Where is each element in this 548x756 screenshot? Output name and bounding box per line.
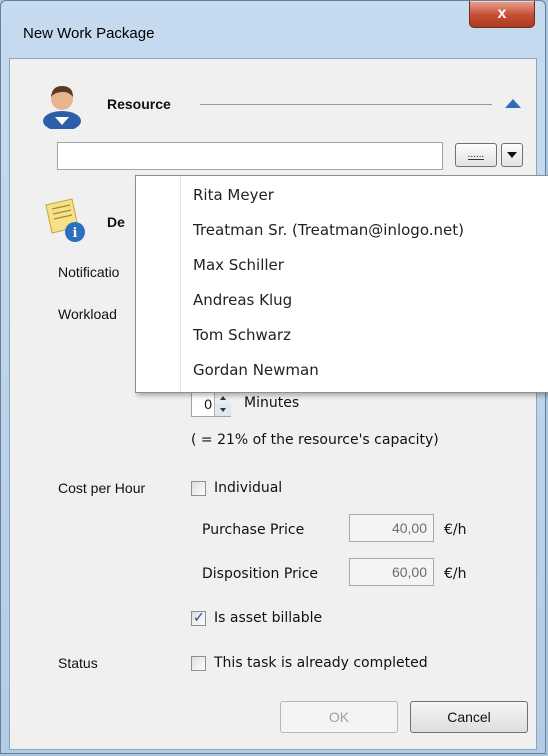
title-bar[interactable]: New Work Package x [1,1,545,61]
list-item[interactable]: Treatman Sr. (Treatman@inlogo.net) [193,215,464,245]
purchase-unit-label: €/h [444,522,467,538]
workload-label: Workload [58,306,117,322]
chevron-down-icon [507,151,517,158]
individual-checkbox[interactable] [191,481,206,496]
ok-button[interactable]: OK [280,701,398,733]
dropdown-gutter [136,176,181,392]
billable-label: Is asset billable [214,610,323,626]
list-item[interactable]: Gordan Newman [193,355,319,385]
browse-resource-button[interactable]: ...... [455,143,497,167]
list-item[interactable]: Tom Schwarz [193,320,291,350]
status-label: Status [58,655,98,671]
list-item[interactable]: Max Schiller [193,250,284,280]
purchase-price-label: Purchase Price [202,522,305,538]
list-item[interactable]: Andreas Klug [193,285,292,315]
individual-label: Individual [214,480,283,496]
minutes-spin-buttons[interactable] [214,392,231,416]
checkmark-icon: ✓ [193,609,205,625]
minutes-label: Minutes [244,395,300,411]
window-title: New Work Package [23,25,155,42]
cancel-button[interactable]: Cancel [410,701,528,733]
capacity-text: ( = 21% of the resource's capacity) [191,432,439,448]
details-section-title: De [107,214,125,230]
completed-checkbox[interactable] [191,656,206,671]
resource-divider [200,104,492,105]
resource-dropdown-button[interactable] [501,143,523,167]
resource-section-title: Resource [107,96,171,112]
resource-dropdown-list[interactable]: Rita Meyer Treatman Sr. (Treatman@inlogo… [135,175,548,393]
list-item[interactable]: Rita Meyer [193,180,274,210]
browse-dots-icon: ...... [467,148,485,160]
billable-checkbox[interactable]: ✓ [191,609,206,626]
notification-label: Notificatio [58,264,120,280]
svg-text:i: i [73,226,78,241]
resource-input[interactable] [57,142,443,170]
close-button[interactable]: x [469,1,535,28]
disposition-unit-label: €/h [444,566,467,582]
disposition-price-label: Disposition Price [202,566,319,582]
purchase-price-field: 40,00 [349,514,434,542]
spin-arrows-icon [215,392,231,416]
user-icon [43,86,81,129]
completed-label: This task is already completed [214,655,428,671]
details-info-icon: i [45,198,85,242]
dialog-client: Resource ...... i De Notificatio Workloa… [9,58,548,750]
cost-per-hour-label: Cost per Hour [58,480,146,496]
collapse-up-icon[interactable] [504,97,522,109]
dialog-window: New Work Package x Resource ...... i De … [0,0,548,754]
disposition-price-field: 60,00 [349,558,434,586]
close-icon: x [497,5,507,22]
